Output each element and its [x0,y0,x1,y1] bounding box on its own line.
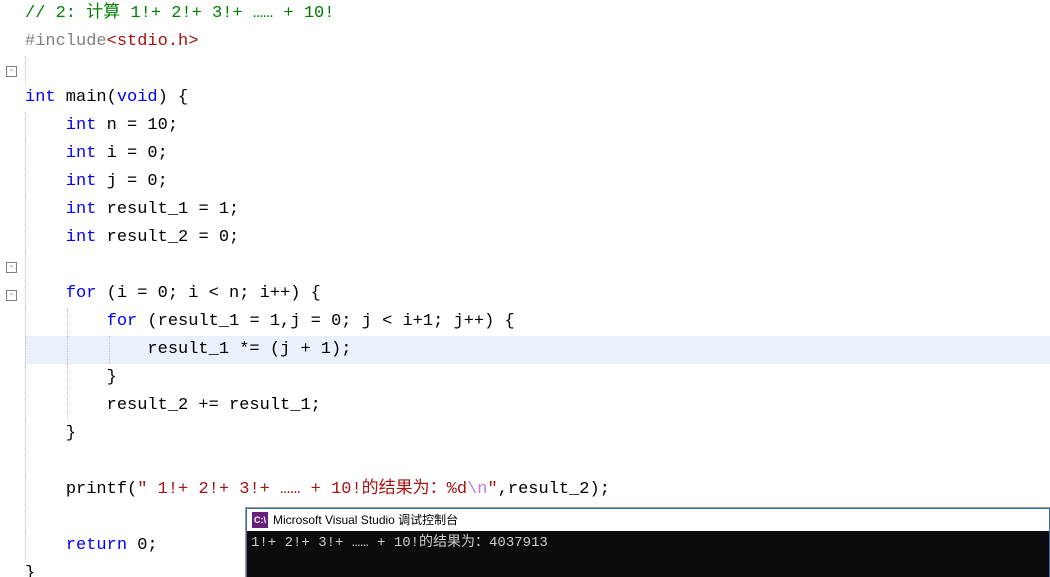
code-line: } [25,364,1050,392]
code-line: for (i = 0; i < n; i++) { [25,280,1050,308]
header-name: stdio.h [117,32,188,51]
vs-console-icon: C:\ [252,512,268,528]
fold-minus-icon[interactable]: - [6,290,17,301]
fold-minus-icon[interactable]: - [6,66,17,77]
keyword: for [107,312,138,331]
keyword: void [117,88,158,107]
function-call: printf [66,480,127,499]
code-line: // 2: 计算 1!+ 2!+ 3!+ …… + 10! [25,0,1050,28]
keyword: return [66,536,127,555]
code-line: int i = 0; [25,140,1050,168]
fold-minus-icon[interactable]: - [6,262,17,273]
preprocessor: #include [25,32,107,51]
console-title: Microsoft Visual Studio 调试控制台 [273,506,458,534]
keyword: int [25,88,56,107]
header-bracket: < [107,32,117,51]
code-line: int n = 10; [25,112,1050,140]
code-line: int result_2 = 0; [25,224,1050,252]
escape-sequence: \n [467,480,487,499]
console-titlebar[interactable]: C:\ Microsoft Visual Studio 调试控制台 [247,509,1049,531]
comment-text: // 2: 计算 1!+ 2!+ 3!+ …… + 10! [25,4,334,23]
code-line: int main(void) { [25,84,1050,112]
fold-gutter: - - - [0,0,22,577]
code-line: int result_1 = 1; [25,196,1050,224]
debug-console-window[interactable]: C:\ Microsoft Visual Studio 调试控制台 1!+ 2!… [246,508,1050,577]
code-line [25,252,1050,280]
code-line-current: result_1 *= (j + 1); [25,336,1050,364]
code-line: printf(" 1!+ 2!+ 3!+ …… + 10!的结果为：%d\n",… [25,476,1050,504]
header-bracket: > [188,32,198,51]
code-line: } [25,420,1050,448]
code-line [25,56,1050,84]
code-line: for (result_1 = 1,j = 0; j < i+1; j++) { [25,308,1050,336]
code-line [25,448,1050,476]
code-line: int j = 0; [25,168,1050,196]
code-area[interactable]: // 2: 计算 1!+ 2!+ 3!+ …… + 10! #include<s… [25,0,1050,577]
string-literal: " 1!+ 2!+ 3!+ …… + 10!的结果为：%d [137,480,467,499]
code-line: #include<stdio.h> [25,28,1050,56]
function-name: main [56,88,107,107]
console-output[interactable]: 1!+ 2!+ 3!+ …… + 10!的结果为：4037913 [247,531,1049,577]
keyword: for [66,284,97,303]
code-line: result_2 += result_1; [25,392,1050,420]
code-editor[interactable]: - - - // 2: 计算 1!+ 2!+ 3!+ …… + 10! #inc… [0,0,1050,577]
